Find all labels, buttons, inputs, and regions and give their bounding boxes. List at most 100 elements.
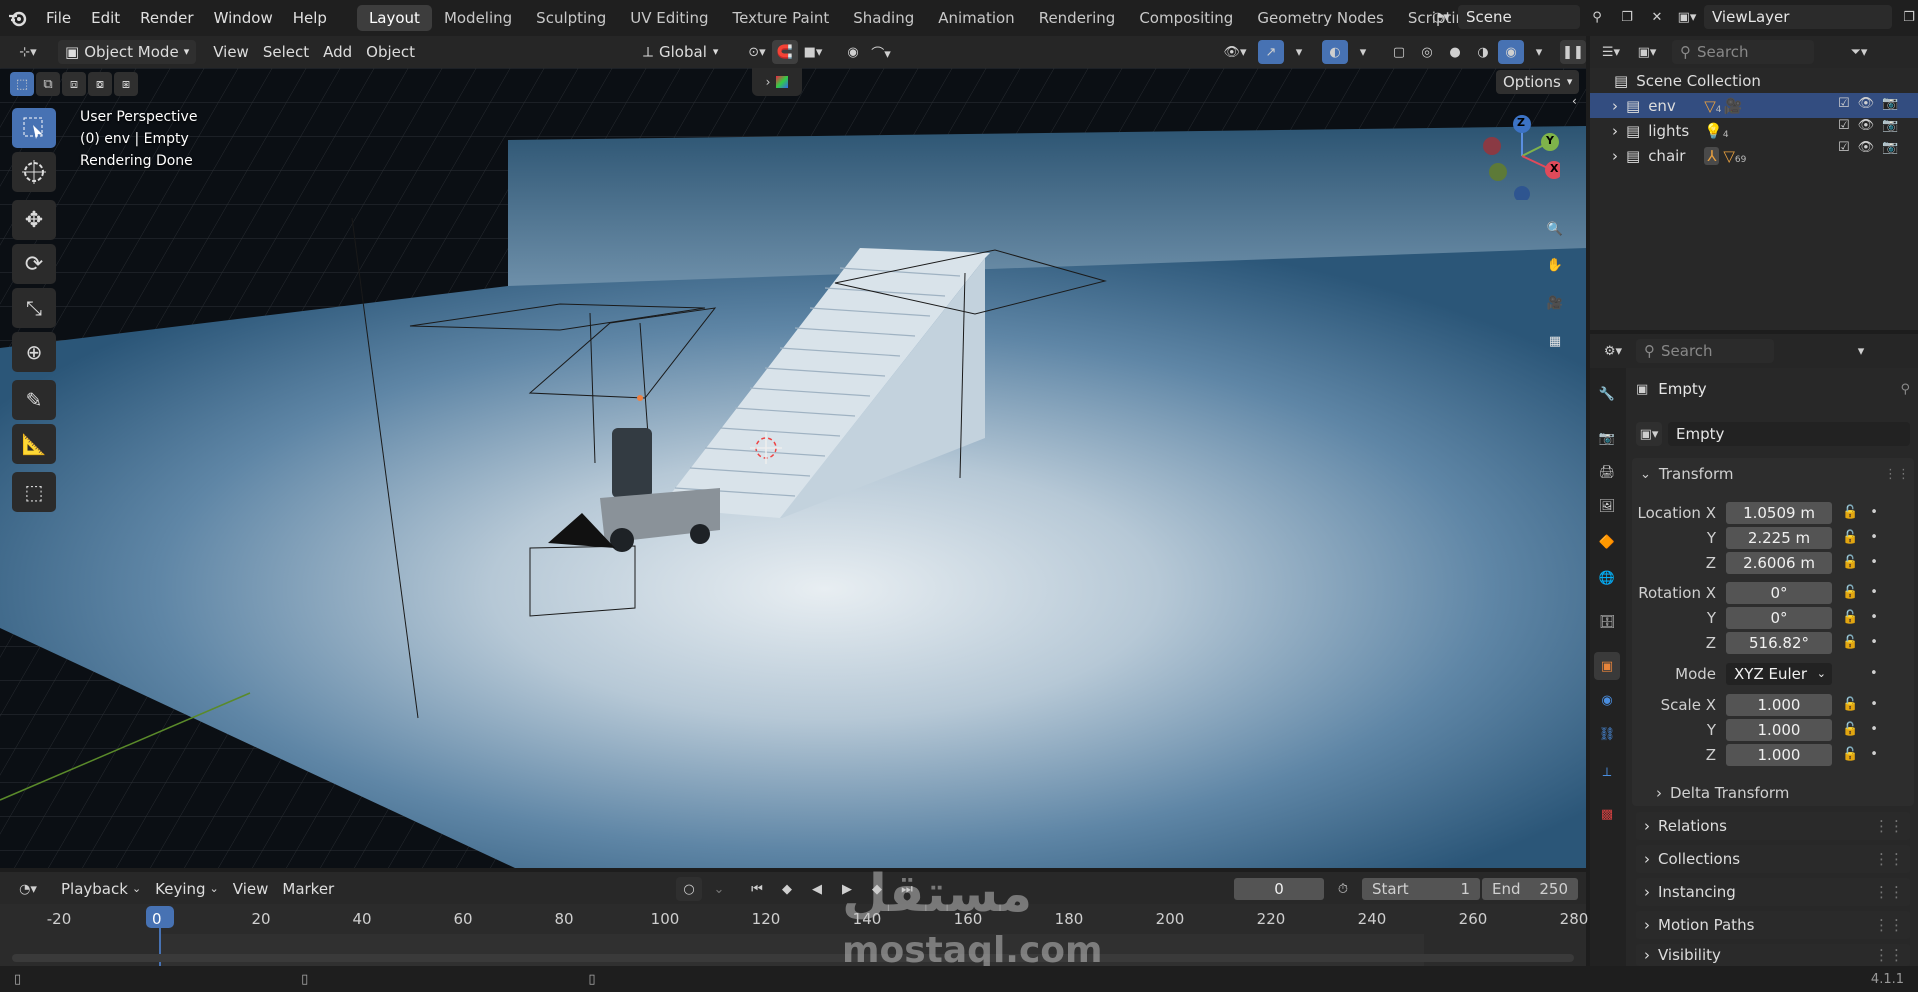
options-dropdown[interactable]: Options ▾ xyxy=(1496,70,1580,94)
menu-help[interactable]: Help xyxy=(283,5,337,31)
exclude-checkbox[interactable]: ☑ xyxy=(1838,140,1850,155)
keying-set-icon[interactable]: ⌄ xyxy=(706,877,732,901)
eye-icon[interactable]: 👁 xyxy=(1858,140,1875,155)
timeline-editor-type-icon[interactable]: ◔▾ xyxy=(10,877,46,901)
pan-hand-icon[interactable]: ✋ xyxy=(1538,248,1572,282)
scale-z-field[interactable]: 1.000 xyxy=(1726,743,1832,766)
lock-icon[interactable]: 🔓 xyxy=(1842,697,1858,712)
add-cube-tool-icon[interactable]: ⬚ xyxy=(12,472,56,512)
menu-window[interactable]: Window xyxy=(204,5,283,31)
timeline-scrollbar[interactable] xyxy=(12,954,1574,962)
properties-options-icon[interactable]: ▾ xyxy=(1848,339,1874,363)
prev-keyframe-icon[interactable]: ◆ xyxy=(774,877,800,901)
chevron-right-icon[interactable]: › xyxy=(1590,97,1626,115)
view-layer-selector-icon[interactable]: ▣▾ xyxy=(1674,5,1700,29)
shading-dropdown-icon[interactable]: ▾ xyxy=(1526,40,1552,64)
rotation-y-field[interactable]: 0° xyxy=(1726,606,1832,629)
tab-uv-editing[interactable]: UV Editing xyxy=(618,5,720,31)
lock-icon[interactable]: 🔓 xyxy=(1842,555,1858,570)
constraints-tab-icon[interactable]: ⛓ xyxy=(1594,720,1620,748)
gizmo-dropdown-icon[interactable]: ▾ xyxy=(1286,40,1312,64)
lock-icon[interactable]: 🔓 xyxy=(1842,530,1858,545)
preview-range-icon[interactable]: ⏱ xyxy=(1330,877,1356,901)
select-new-icon[interactable]: ⬚ xyxy=(10,72,34,96)
overlays-toggle-icon[interactable]: ◐ xyxy=(1322,40,1348,64)
lock-icon[interactable]: 🔓 xyxy=(1842,505,1858,520)
scale-y-field[interactable]: 1.000 xyxy=(1726,718,1832,741)
rotation-mode-dropdown[interactable]: XYZ Euler ⌄ xyxy=(1726,662,1832,685)
scene-tab-icon[interactable]: 🔶 xyxy=(1594,528,1620,556)
tab-animation[interactable]: Animation xyxy=(926,5,1026,31)
tab-texture-paint[interactable]: Texture Paint xyxy=(720,5,841,31)
keyframe-dot-icon[interactable]: • xyxy=(1870,610,1878,625)
keyframe-dot-icon[interactable]: • xyxy=(1870,697,1878,712)
select-extend-icon[interactable]: ⧉ xyxy=(36,72,60,96)
drag-handle-icon[interactable]: ⋮⋮ xyxy=(1874,946,1904,964)
rendered-shading-icon[interactable]: ◉ xyxy=(1498,40,1524,64)
jump-start-icon[interactable]: ⏮ xyxy=(744,877,770,901)
scale-tool-icon[interactable]: ⤡ xyxy=(12,288,56,328)
pin-icon[interactable]: ⚲ xyxy=(1584,5,1610,29)
keyframe-dot-icon[interactable]: • xyxy=(1870,505,1878,520)
tab-modeling[interactable]: Modeling xyxy=(432,5,524,31)
collapse-sidebar-icon[interactable]: ‹ xyxy=(1572,94,1577,108)
3d-viewport[interactable]: User Perspective (0) env | Empty Renderi… xyxy=(0,68,1586,868)
xray-icon[interactable]: ▢ xyxy=(1386,40,1412,64)
keyframe-dot-icon[interactable]: • xyxy=(1870,635,1878,650)
keyframe-dot-icon[interactable]: • xyxy=(1870,722,1878,737)
snap-icon[interactable]: 🧲 xyxy=(772,40,798,64)
select-subtract-icon[interactable]: ⧈ xyxy=(62,72,86,96)
view-layer-field[interactable]: ViewLayer xyxy=(1704,5,1892,29)
object-tab-icon[interactable]: ▣ xyxy=(1594,652,1620,680)
pin-icon[interactable]: ⚲ xyxy=(1900,382,1910,397)
editor-type-icon[interactable]: ⊹▾ xyxy=(8,40,48,64)
location-x-field[interactable]: 1.0509 m xyxy=(1726,501,1832,524)
play-reverse-icon[interactable]: ◀ xyxy=(804,877,830,901)
keyframe-dot-icon[interactable]: • xyxy=(1870,585,1878,600)
timeline-marker-menu[interactable]: Marker xyxy=(275,877,341,901)
drag-handle-icon[interactable]: ⋮⋮ xyxy=(1884,467,1910,482)
current-frame-field[interactable]: 0 xyxy=(1234,878,1324,900)
lock-icon[interactable]: 🔓 xyxy=(1842,610,1858,625)
lock-icon[interactable]: 🔓 xyxy=(1842,722,1858,737)
transform-tool-icon[interactable]: ⊕ xyxy=(12,332,56,372)
select-box-tool-icon[interactable] xyxy=(12,108,56,148)
rotate-tool-icon[interactable]: ⟳ xyxy=(12,244,56,284)
scene-collection-row[interactable]: ▤ Scene Collection xyxy=(1614,68,1918,93)
pause-render-icon[interactable]: ❚❚ xyxy=(1560,40,1586,64)
keying-dropdown[interactable]: Keying ⌄ xyxy=(148,877,226,901)
scene-selector-icon[interactable]: ◔▾ xyxy=(1428,5,1454,29)
transform-panel-header[interactable]: ⌄ Transform ⋮⋮ xyxy=(1640,462,1910,486)
transform-orientation-dropdown[interactable]: ⟂ Global ▾ xyxy=(636,40,725,64)
properties-editor-type-icon[interactable]: ⚙▾ xyxy=(1600,339,1626,363)
datablock-browse-icon[interactable]: ▣▾ xyxy=(1636,422,1662,446)
annotate-tool-icon[interactable]: ✎ xyxy=(12,380,56,420)
menu-select[interactable]: Select xyxy=(256,40,316,64)
display-mode-icon[interactable]: ▣▾ xyxy=(1634,40,1660,64)
gizmo-toggle-icon[interactable]: ↗ xyxy=(1258,40,1284,64)
view-layer-tab-icon[interactable]: 🖼 xyxy=(1594,492,1620,520)
rotation-z-field[interactable]: 516.82° xyxy=(1726,631,1832,654)
tab-rendering[interactable]: Rendering xyxy=(1027,5,1128,31)
timeline-view-menu[interactable]: View xyxy=(226,877,276,901)
world-tab-icon[interactable]: 🌐 xyxy=(1594,564,1620,592)
menu-view[interactable]: View xyxy=(206,40,256,64)
drag-handle-icon[interactable]: ⋮⋮ xyxy=(1874,850,1904,868)
lock-icon[interactable]: 🔓 xyxy=(1842,747,1858,762)
camera-view-icon[interactable]: 🎥 xyxy=(1538,286,1572,320)
keyframe-dot-icon[interactable]: • xyxy=(1870,666,1878,681)
ortho-grid-icon[interactable]: ▦ xyxy=(1538,324,1572,358)
cursor-tool-icon[interactable] xyxy=(12,152,56,192)
drag-handle-icon[interactable]: ⋮⋮ xyxy=(1874,883,1904,901)
tab-layout[interactable]: Layout xyxy=(356,5,432,31)
keyframe-dot-icon[interactable]: • xyxy=(1870,747,1878,762)
object-name-field[interactable]: Empty xyxy=(1668,422,1910,446)
chevron-right-icon[interactable]: › xyxy=(1590,147,1626,165)
auto-keying-icon[interactable]: ○ xyxy=(676,877,702,901)
pivot-point-icon[interactable]: ⊙▾ xyxy=(744,40,770,64)
menu-render[interactable]: Render xyxy=(130,5,203,31)
tab-shading[interactable]: Shading xyxy=(841,5,926,31)
rotation-x-field[interactable]: 0° xyxy=(1726,581,1832,604)
solid-shading-icon[interactable]: ● xyxy=(1442,40,1468,64)
lock-icon[interactable]: 🔓 xyxy=(1842,635,1858,650)
